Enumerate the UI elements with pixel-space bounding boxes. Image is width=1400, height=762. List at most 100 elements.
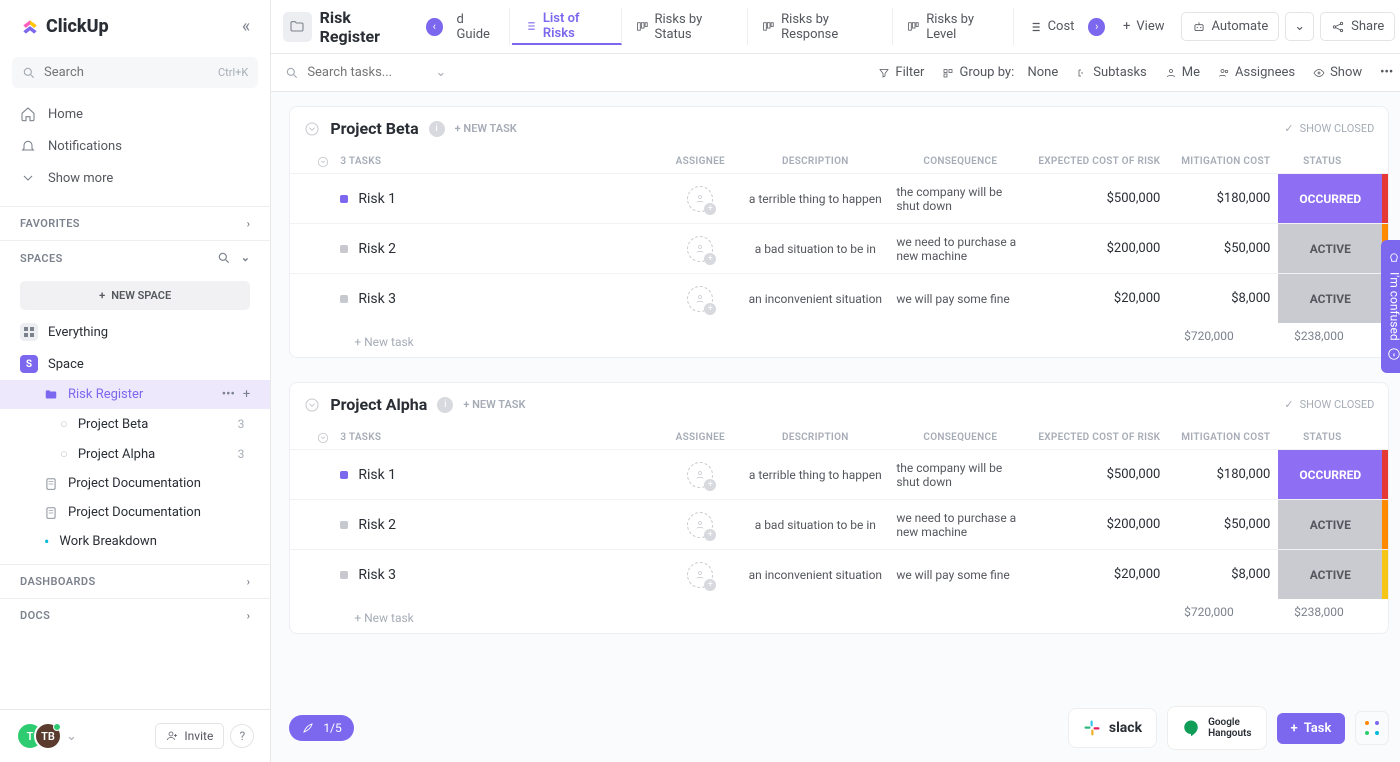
me-button[interactable]: Me <box>1165 65 1200 80</box>
task-search-input[interactable] <box>307 65 427 80</box>
cost-cell[interactable]: $20,000 <box>1030 291 1160 306</box>
table-row[interactable]: Risk 1 a terrible thing to happen the co… <box>290 173 1388 223</box>
task-search[interactable]: ⌄ <box>285 65 446 80</box>
assignee-placeholder-icon[interactable] <box>687 562 713 588</box>
col-status[interactable]: STATUS <box>1270 432 1374 443</box>
task-name[interactable]: Risk 3 <box>358 567 396 583</box>
show-closed-button[interactable]: ✓SHOW CLOSED <box>1284 398 1374 411</box>
description-cell[interactable]: an inconvenient situation <box>740 568 890 582</box>
feedback-tab[interactable]: I'm confused <box>1381 240 1400 373</box>
mitigation-cell[interactable]: $8,000 <box>1160 291 1270 306</box>
assignee-cell[interactable] <box>660 286 740 312</box>
description-cell[interactable]: an inconvenient situation <box>740 292 890 306</box>
cost-cell[interactable]: $500,000 <box>1030 467 1160 482</box>
tree-space[interactable]: S Space <box>0 348 270 380</box>
table-row[interactable]: Risk 2 a bad situation to be in we need … <box>290 499 1388 549</box>
assignee-cell[interactable] <box>660 236 740 262</box>
view-cost[interactable]: Cost <box>1016 8 1087 45</box>
mitigation-cell[interactable]: $180,000 <box>1160 467 1270 482</box>
status-cell[interactable]: ACTIVE <box>1278 500 1382 549</box>
task-name[interactable]: Risk 1 <box>358 191 396 207</box>
more-button[interactable]: ••• <box>1380 65 1393 80</box>
status-cell[interactable]: ACTIVE <box>1278 550 1382 599</box>
nav-showmore[interactable]: Show more <box>0 162 270 194</box>
assignee-placeholder-icon[interactable] <box>687 186 713 212</box>
task-name[interactable]: Risk 2 <box>358 517 396 533</box>
apps-button[interactable] <box>1355 711 1389 745</box>
priority-icon[interactable] <box>340 195 348 203</box>
priority-icon[interactable] <box>340 571 348 579</box>
assignee-placeholder-icon[interactable] <box>687 286 713 312</box>
collapse-icon[interactable] <box>304 397 320 413</box>
col-description[interactable]: DESCRIPTION <box>740 156 890 167</box>
new-task-link[interactable]: + NEW TASK <box>455 122 517 135</box>
add-task-link[interactable]: + New task <box>340 329 413 349</box>
assignee-cell[interactable] <box>660 186 740 212</box>
consequence-cell[interactable]: the company will be shut down <box>890 461 1030 489</box>
collapse-sidebar-icon[interactable]: « <box>242 16 250 37</box>
tree-doc-3[interactable]: • Work Breakdown <box>0 527 270 556</box>
tree-project-alpha[interactable]: ○ Project Alpha 3 <box>0 439 270 469</box>
plus-icon[interactable]: + <box>243 387 250 402</box>
status-cell[interactable]: ACTIVE <box>1278 224 1382 273</box>
table-row[interactable]: Risk 1 a terrible thing to happen the co… <box>290 449 1388 499</box>
assignees-button[interactable]: Assignees <box>1218 65 1295 80</box>
task-name[interactable]: Risk 2 <box>358 241 396 257</box>
table-row[interactable]: Risk 2 a bad situation to be in we need … <box>290 223 1388 273</box>
col-tasks[interactable]: 3 TASKS <box>340 156 660 167</box>
show-button[interactable]: Show <box>1313 65 1362 80</box>
consequence-cell[interactable]: we need to purchase a new machine <box>890 235 1030 263</box>
assignee-placeholder-icon[interactable] <box>687 512 713 538</box>
info-icon[interactable]: i <box>429 121 445 137</box>
status-cell[interactable]: OCCURRED <box>1278 450 1382 499</box>
chevron-down-icon[interactable]: ⌄ <box>435 65 446 80</box>
col-mitigation-cost[interactable]: MITIGATION COST <box>1160 156 1270 167</box>
col-consequence[interactable]: CONSEQUENCE <box>890 156 1030 167</box>
consequence-cell[interactable]: we need to purchase a new machine <box>890 511 1030 539</box>
status-cell[interactable]: ACTIVE <box>1278 274 1382 323</box>
assignee-cell[interactable] <box>660 512 740 538</box>
filter-button[interactable]: Filter <box>878 65 924 80</box>
mitigation-cell[interactable]: $8,000 <box>1160 567 1270 582</box>
tree-doc-1[interactable]: Project Documentation <box>0 469 270 498</box>
assignee-placeholder-icon[interactable] <box>687 462 713 488</box>
view-guide[interactable]: d Guide <box>445 8 511 45</box>
col-assignee[interactable]: ASSIGNEE <box>660 432 740 443</box>
add-task-link[interactable]: + New task <box>340 605 413 625</box>
avatar-stack[interactable]: T TB ⌄ <box>16 722 77 750</box>
task-name[interactable]: Risk 1 <box>358 467 396 483</box>
consequence-cell[interactable]: we will pay some fine <box>890 292 1030 306</box>
nav-home[interactable]: Home <box>0 98 270 130</box>
search-input[interactable] <box>44 65 210 80</box>
cost-cell[interactable]: $200,000 <box>1030 517 1160 532</box>
description-cell[interactable]: a terrible thing to happen <box>740 468 890 482</box>
view-risks-by-status[interactable]: Risks by Status <box>624 8 749 45</box>
docs-header[interactable]: DOCS › <box>0 599 270 632</box>
table-row[interactable]: Risk 3 an inconvenient situation we will… <box>290 273 1388 323</box>
hangouts-integration[interactable]: GoogleHangouts <box>1167 706 1266 750</box>
nav-notifications[interactable]: Notifications <box>0 130 270 162</box>
new-task-link[interactable]: + NEW TASK <box>463 398 525 411</box>
chevron-down-icon[interactable]: ⌄ <box>241 251 251 265</box>
automate-button[interactable]: Automate <box>1181 12 1280 41</box>
info-icon[interactable]: i <box>437 397 453 413</box>
tree-doc-2[interactable]: Project Documentation <box>0 498 270 527</box>
col-expected-cost[interactable]: EXPECTED COST OF RISK <box>1030 156 1160 167</box>
col-consequence[interactable]: CONSEQUENCE <box>890 432 1030 443</box>
mitigation-cell[interactable]: $50,000 <box>1160 241 1270 256</box>
views-prev[interactable]: ‹ <box>426 18 443 36</box>
more-icon[interactable]: ••• <box>222 387 235 402</box>
new-task-button[interactable]: +Task <box>1277 713 1346 744</box>
view-list-of-risks[interactable]: List of Risks <box>512 8 622 45</box>
dashboards-header[interactable]: DASHBOARDS › <box>0 565 270 598</box>
tree-everything[interactable]: Everything <box>0 316 270 348</box>
cost-cell[interactable]: $200,000 <box>1030 241 1160 256</box>
assignee-placeholder-icon[interactable] <box>687 236 713 262</box>
search-icon[interactable] <box>217 251 231 265</box>
tree-project-beta[interactable]: ○ Project Beta 3 <box>0 409 270 439</box>
task-name[interactable]: Risk 3 <box>358 291 396 307</box>
folder-icon[interactable] <box>283 12 311 42</box>
spaces-header[interactable]: SPACES ⌄ <box>0 241 270 275</box>
cost-cell[interactable]: $20,000 <box>1030 567 1160 582</box>
views-next[interactable]: › <box>1088 18 1105 36</box>
